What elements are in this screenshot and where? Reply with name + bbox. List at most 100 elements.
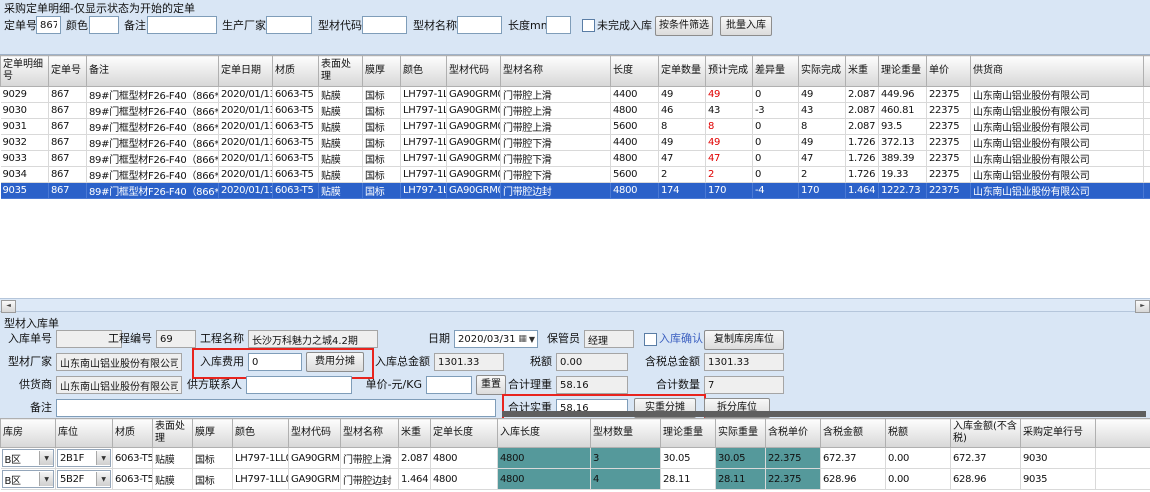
cell[interactable]	[1144, 103, 1150, 119]
cell[interactable]: 372.13	[879, 135, 927, 151]
cell[interactable]: 28.11	[716, 469, 766, 490]
cell[interactable]: 49	[659, 135, 706, 151]
date-input[interactable]: 2020/03/31 ▦ ▼	[454, 330, 538, 348]
table-row[interactable]: 903286789#门框型材F26-F40（866*867）2020/01/13…	[1, 135, 1150, 151]
cell[interactable]: LH797-1LL0	[401, 151, 447, 167]
inbound-total-input[interactable]	[434, 353, 504, 371]
cell[interactable]: 3	[591, 448, 661, 469]
cell[interactable]: 2.087	[846, 87, 879, 103]
cell[interactable]: LH797-1LL0	[401, 167, 447, 183]
cell[interactable]: 贴膜	[319, 119, 363, 135]
calendar-icon[interactable]: ▦	[518, 331, 527, 347]
cell[interactable]: 国标	[363, 135, 401, 151]
cell[interactable]: 2.087	[399, 448, 431, 469]
cell[interactable]: 8	[799, 119, 846, 135]
cell[interactable]	[1096, 469, 1150, 490]
cell[interactable]: 1222.73	[879, 183, 927, 199]
fee-allocate-button[interactable]: 费用分摊	[306, 352, 364, 372]
cell[interactable]: 门带腔上滑	[341, 448, 399, 469]
cell[interactable]: 22.375	[766, 469, 821, 490]
cell[interactable]: 国标	[363, 167, 401, 183]
cell[interactable]: 国标	[363, 183, 401, 199]
inbound-fee-input[interactable]	[248, 353, 302, 371]
cell[interactable]: 1.726	[846, 151, 879, 167]
cell[interactable]: 47	[706, 151, 753, 167]
cell[interactable]: 0.00	[886, 469, 951, 490]
cell[interactable]: 2020/01/13	[219, 135, 273, 151]
combo-select[interactable]: 2B1F▼	[57, 449, 111, 467]
cell[interactable]: 9035	[1021, 469, 1096, 490]
cell[interactable]: 0	[753, 87, 799, 103]
cell[interactable]: 贴膜	[319, 103, 363, 119]
cell[interactable]: GA90GRM04	[447, 167, 501, 183]
cell[interactable]: 2020/01/13	[219, 167, 273, 183]
table-row[interactable]: B区▼2B1F▼6063-T5贴膜国标LH797-1LL0GA90GRM03门带…	[1, 448, 1150, 469]
cell[interactable]: 2	[706, 167, 753, 183]
cell[interactable]: 贴膜	[319, 135, 363, 151]
cell[interactable]: 5600	[611, 119, 659, 135]
cell[interactable]: 6063-T5	[273, 135, 319, 151]
cell[interactable]: 国标	[193, 469, 233, 490]
cell[interactable]: 贴膜	[319, 87, 363, 103]
cell[interactable]: 6063-T5	[273, 183, 319, 199]
cell[interactable]: 449.96	[879, 87, 927, 103]
cell[interactable]: 43	[706, 103, 753, 119]
cell[interactable]: 867	[49, 87, 87, 103]
cell[interactable]: 89#门框型材F26-F40（866*867）	[87, 103, 219, 119]
theory-weight-input[interactable]	[556, 376, 628, 394]
cell[interactable]: 6063-T5	[113, 448, 153, 469]
cell[interactable]: GA90GRM04	[447, 135, 501, 151]
cell[interactable]: 30.05	[716, 448, 766, 469]
cell[interactable]: -4	[753, 183, 799, 199]
cell[interactable]: 46	[659, 103, 706, 119]
table-row[interactable]: B区▼5B2F▼6063-T5贴膜国标LH797-1LL0GA90GRM05门带…	[1, 469, 1150, 490]
cell[interactable]: 门带腔边封	[501, 183, 611, 199]
cell[interactable]: 170	[799, 183, 846, 199]
cell[interactable]	[1144, 119, 1150, 135]
cell[interactable]: 49	[799, 87, 846, 103]
cell[interactable]: 门带腔边封	[341, 469, 399, 490]
table-row[interactable]: 903186789#门框型材F26-F40（866*867）2020/01/13…	[1, 119, 1150, 135]
unfinished-checkbox[interactable]	[582, 19, 595, 32]
cell[interactable]: 4400	[611, 87, 659, 103]
cell[interactable]: LH797-1LL0	[401, 103, 447, 119]
dropdown-arrow-icon[interactable]: ▼	[39, 472, 53, 486]
cell[interactable]: GA90GRM03	[289, 448, 341, 469]
cell[interactable]: 门带腔上滑	[501, 87, 611, 103]
cell[interactable]: 89#门框型材F26-F40（866*867）	[87, 119, 219, 135]
scroll-left-icon[interactable]: ◄	[1, 300, 16, 313]
cell[interactable]: 867	[49, 135, 87, 151]
filter-profile-name-input[interactable]	[457, 16, 502, 34]
cell[interactable]: 22.375	[766, 448, 821, 469]
cell[interactable]: 6063-T5	[273, 103, 319, 119]
scroll-right-icon[interactable]: ►	[1135, 300, 1150, 313]
combo-select[interactable]: B区▼	[2, 470, 55, 488]
cell[interactable]: GA90GRM03	[447, 87, 501, 103]
cell[interactable]: 22375	[927, 151, 971, 167]
cell[interactable]: 6063-T5	[273, 151, 319, 167]
cell[interactable]: 93.5	[879, 119, 927, 135]
cell[interactable]: GA90GRM04	[447, 151, 501, 167]
cell[interactable]: 山东南山铝业股份有限公司	[971, 167, 1144, 183]
tax-input[interactable]	[556, 353, 628, 371]
cell[interactable]: 22375	[927, 119, 971, 135]
cell[interactable]: 28.11	[661, 469, 716, 490]
cell[interactable]	[1144, 183, 1150, 199]
cell[interactable]: 9034	[1, 167, 49, 183]
cell[interactable]: B区▼	[1, 448, 56, 469]
cell[interactable]: GA90GRM05	[447, 183, 501, 199]
cell[interactable]: 6063-T5	[273, 167, 319, 183]
cell[interactable]: 170	[706, 183, 753, 199]
cell[interactable]: 山东南山铝业股份有限公司	[971, 183, 1144, 199]
table-row[interactable]: 903486789#门框型材F26-F40（866*867）2020/01/13…	[1, 167, 1150, 183]
cell[interactable]: 4800	[611, 183, 659, 199]
cell[interactable]	[1096, 448, 1150, 469]
cell[interactable]: 6063-T5	[113, 469, 153, 490]
cell[interactable]: 2020/01/13	[219, 119, 273, 135]
cell[interactable]: 2020/01/13	[219, 151, 273, 167]
project-name-input[interactable]	[248, 330, 378, 348]
cell[interactable]: 4800	[431, 469, 498, 490]
table-row[interactable]: 903086789#门框型材F26-F40（866*867）2020/01/13…	[1, 103, 1150, 119]
inbound-confirm-checkbox[interactable]	[644, 333, 657, 346]
cell[interactable]: 9030	[1021, 448, 1096, 469]
